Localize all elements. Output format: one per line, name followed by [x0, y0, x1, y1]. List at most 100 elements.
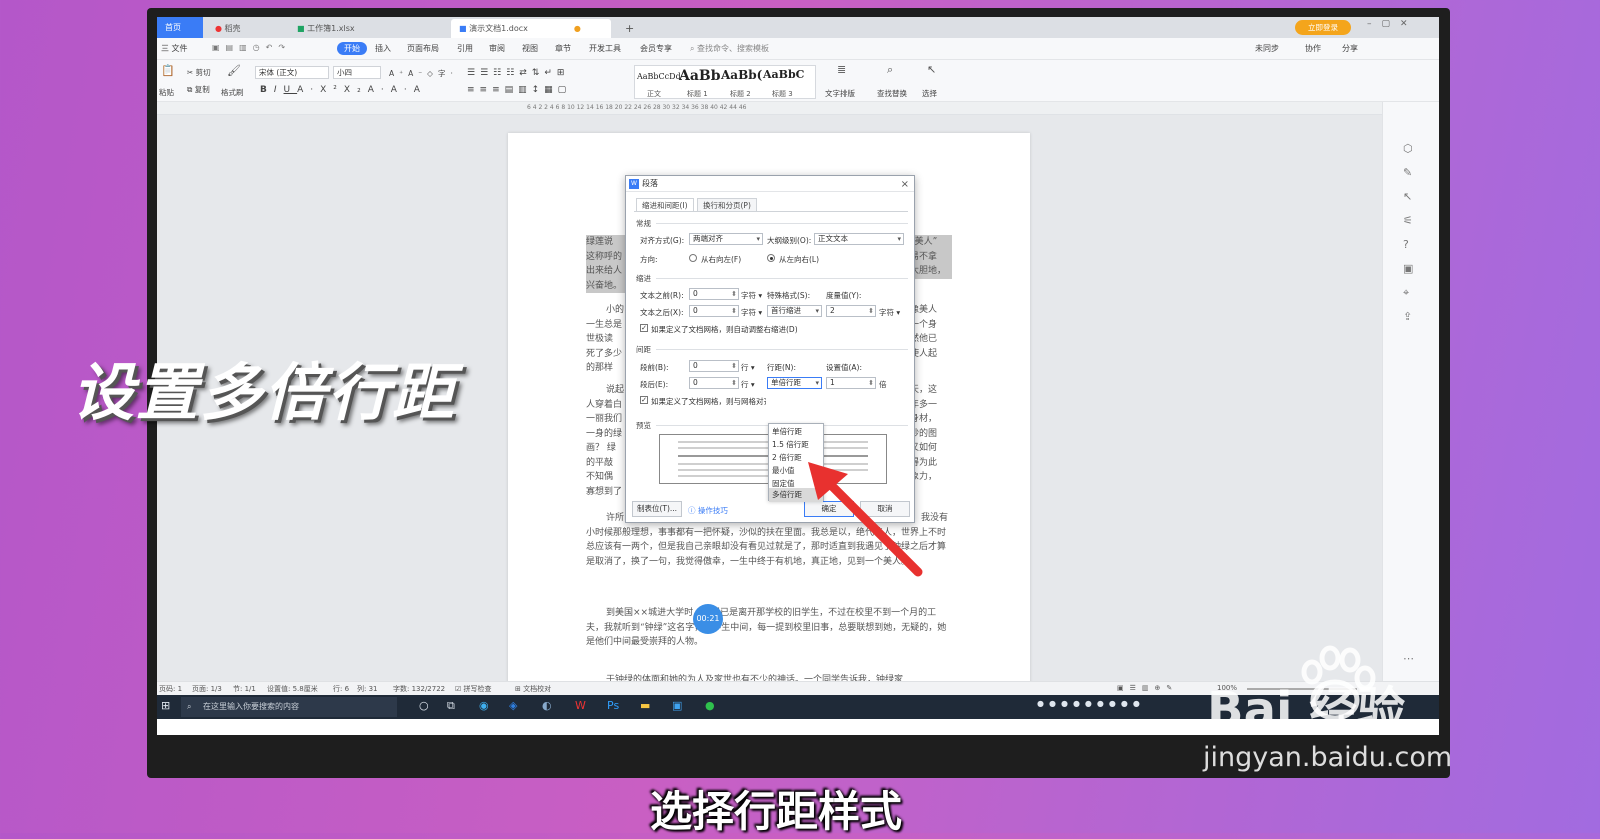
- outline-select[interactable]: 正文文本: [814, 233, 904, 245]
- sidebar-image-icon[interactable]: ▣: [1403, 262, 1413, 275]
- tab-xlsx[interactable]: ■ 工作簿1.xlsx: [289, 19, 449, 38]
- store-icon[interactable]: ▣: [672, 699, 682, 712]
- tab-home[interactable]: 首页: [157, 17, 203, 38]
- wechat-icon[interactable]: ●: [705, 699, 715, 712]
- unit-char[interactable]: 字符 ▾: [741, 307, 762, 318]
- cortana-icon[interactable]: ○: [419, 699, 429, 712]
- tab-line-page-break[interactable]: 换行和分页(P): [697, 198, 757, 212]
- font-format-buttons[interactable]: BIUA·X²X₂A·A·A: [260, 85, 427, 95]
- unit-line[interactable]: 行 ▾: [741, 379, 755, 390]
- copy-button[interactable]: ⧉ 复制: [187, 84, 210, 95]
- cut-button[interactable]: ✂ 剪切: [187, 67, 211, 78]
- windows-start-icon[interactable]: ⊞: [161, 699, 170, 712]
- folder-icon[interactable]: ▬: [640, 699, 650, 712]
- format-painter-icon[interactable]: 🖌: [227, 64, 241, 77]
- select-cursor-icon[interactable]: ↖: [927, 63, 936, 76]
- system-tray-icons[interactable]: ●●●●●●●●●: [1037, 699, 1145, 708]
- format-painter-label[interactable]: 格式刷: [221, 87, 244, 98]
- font-size-select[interactable]: 小四: [333, 66, 381, 79]
- align-buttons[interactable]: ≡≡≡▤▥↕▦▢: [467, 85, 571, 95]
- before-text-input[interactable]: 0: [689, 288, 739, 300]
- menu-insert[interactable]: 插入: [375, 43, 391, 54]
- photoshop-icon[interactable]: Ps: [607, 699, 619, 712]
- tab-stops-button[interactable]: 制表位(T)...: [632, 501, 682, 517]
- edge-icon[interactable]: ◉: [479, 699, 489, 712]
- style-normal-sample[interactable]: AaBbCcDd: [637, 72, 681, 81]
- tab-indent-spacing[interactable]: 缩进和间距(I): [636, 198, 694, 212]
- share-button[interactable]: 分享: [1342, 43, 1358, 54]
- font-family-select[interactable]: 宋体 (正文): [255, 66, 329, 79]
- grid-snap-checkbox[interactable]: ✓: [640, 396, 648, 404]
- sidebar-more-icon[interactable]: ⋯: [1403, 652, 1414, 665]
- view-mode-icons[interactable]: ▣☰▥⊕✎: [1117, 684, 1178, 692]
- spell-check-toggle[interactable]: ☑ 拼写检查: [455, 684, 492, 694]
- measure-input[interactable]: 2: [826, 305, 876, 317]
- menu-chapter[interactable]: 章节: [555, 43, 571, 54]
- browser-icon[interactable]: ◈: [509, 699, 517, 712]
- ltr-radio[interactable]: [767, 254, 775, 262]
- grid-indent-checkbox[interactable]: ✓: [640, 324, 648, 332]
- align-select[interactable]: 两端对齐: [689, 233, 763, 245]
- style-h3-sample[interactable]: AaBbC: [763, 68, 804, 81]
- unit-char[interactable]: 字符 ▾: [879, 307, 900, 318]
- style-h1-sample[interactable]: AaBb: [679, 68, 721, 84]
- task-view-icon[interactable]: ⧉: [447, 699, 455, 713]
- menu-start[interactable]: 开始: [337, 42, 367, 55]
- select-button[interactable]: 选择: [922, 88, 937, 99]
- sidebar-cursor-icon[interactable]: ↖: [1403, 190, 1412, 203]
- menu-layout[interactable]: 页面布局: [407, 43, 439, 54]
- grid-indent-label[interactable]: 如果定义了文档网格，则自动调整右缩进(D): [651, 324, 798, 335]
- sync-status[interactable]: 未同步: [1255, 43, 1279, 54]
- style-h2-label[interactable]: 标题 2: [730, 89, 751, 99]
- status-word-count[interactable]: 字数: 132/2722: [393, 684, 445, 694]
- paste-icon[interactable]: 📋: [161, 64, 175, 77]
- menu-dev-tools[interactable]: 开发工具: [589, 43, 621, 54]
- find-replace-button[interactable]: 查找替换: [877, 88, 907, 99]
- find-icon[interactable]: ⌕: [887, 63, 893, 77]
- tab-docer[interactable]: ● 稻壳: [207, 19, 287, 38]
- wps-icon[interactable]: W: [575, 699, 586, 712]
- menu-member[interactable]: 会员专享: [640, 43, 672, 54]
- sidebar-pen-icon[interactable]: ✎: [1403, 166, 1412, 179]
- command-search[interactable]: ⌕ 查找命令、搜索模板: [690, 43, 769, 54]
- menu-references[interactable]: 引用: [457, 43, 473, 54]
- paste-label[interactable]: 粘贴: [159, 87, 174, 98]
- new-tab-button[interactable]: +: [617, 19, 642, 38]
- tips-link[interactable]: ⓘ 操作技巧: [688, 505, 728, 516]
- unit-line[interactable]: 行 ▾: [741, 362, 755, 373]
- sidebar-adjust-icon[interactable]: ⚟: [1403, 214, 1413, 227]
- style-h2-sample[interactable]: AaBb(: [721, 68, 762, 82]
- sidebar-help-icon[interactable]: ?: [1403, 238, 1409, 251]
- text-layout-icon[interactable]: ≣: [837, 63, 846, 76]
- sidebar-style-icon[interactable]: ⬡: [1403, 142, 1413, 155]
- menu-view[interactable]: 视图: [522, 43, 538, 54]
- taskbar-search[interactable]: ⌕ 在这里输入你要搜索的内容: [181, 697, 397, 717]
- list-buttons[interactable]: ☰☰☷☷⇄⇅↵⊞: [467, 68, 569, 78]
- sidebar-share-icon[interactable]: ⇪: [1403, 310, 1412, 323]
- login-button[interactable]: 立即登录: [1295, 20, 1351, 35]
- window-controls[interactable]: –▢✕: [1367, 19, 1418, 29]
- special-select[interactable]: 首行缩进: [767, 305, 822, 317]
- doc-proof-button[interactable]: ⊞ 文档校对: [515, 684, 551, 694]
- style-normal-label[interactable]: 正文: [647, 89, 661, 99]
- option-single[interactable]: 单倍行距: [769, 425, 823, 439]
- style-h3-label[interactable]: 标题 3: [772, 89, 793, 99]
- space-after-input[interactable]: 0: [689, 377, 739, 389]
- menu-file[interactable]: 三 文件: [161, 43, 188, 54]
- text-layout-button[interactable]: 文字排版: [825, 88, 855, 99]
- line-spacing-select[interactable]: 单倍行距: [767, 377, 822, 389]
- after-text-input[interactable]: 0: [689, 305, 739, 317]
- font-size-controls[interactable]: A⁺A⁻◇字·: [389, 68, 458, 79]
- style-h1-label[interactable]: 标题 1: [687, 89, 708, 99]
- menu-review[interactable]: 审阅: [489, 43, 505, 54]
- tab-docx[interactable]: ■ 演示文档1.docx ●: [451, 19, 611, 38]
- collab-button[interactable]: 协作: [1305, 43, 1321, 54]
- space-before-input[interactable]: 0: [689, 360, 739, 372]
- setting-input[interactable]: 1: [826, 377, 876, 389]
- sidebar-location-icon[interactable]: ⌖: [1403, 286, 1409, 300]
- horizontal-ruler[interactable]: 6 4 2 2 4 6 8 10 12 14 16 18 20 22 24 26…: [157, 102, 1439, 115]
- ltr-label[interactable]: 从左向右(L): [779, 254, 819, 265]
- quick-access-icons[interactable]: ▣▤▥◷↶↷: [212, 43, 291, 52]
- close-icon[interactable]: ×: [901, 177, 909, 193]
- option-1-5[interactable]: 1.5 倍行距: [769, 438, 823, 452]
